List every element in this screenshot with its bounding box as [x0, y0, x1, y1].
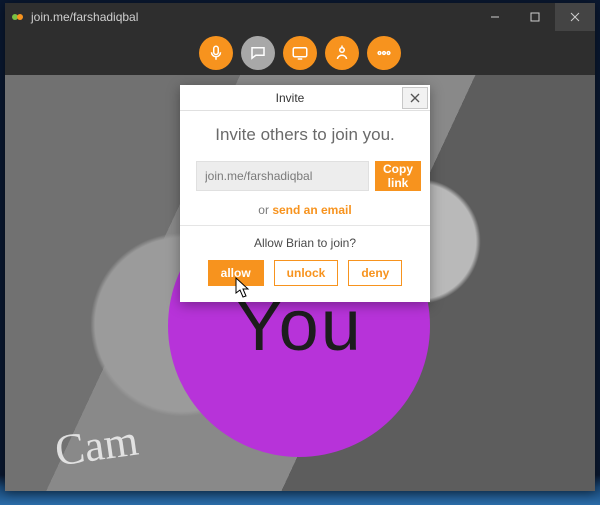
- minimize-button[interactable]: [475, 3, 515, 31]
- modal-titlebar: Invite: [180, 85, 430, 111]
- app-window: join.me/farshadiqbal You: [5, 3, 595, 491]
- or-row: or send an email: [196, 203, 414, 217]
- participants-button[interactable]: [325, 36, 359, 70]
- share-link-input[interactable]: [196, 161, 369, 191]
- mic-button[interactable]: [199, 36, 233, 70]
- unlock-button[interactable]: unlock: [274, 260, 339, 286]
- more-button[interactable]: [367, 36, 401, 70]
- window-title: join.me/farshadiqbal: [31, 10, 138, 24]
- allow-button[interactable]: allow: [208, 260, 264, 286]
- modal-headline: Invite others to join you.: [196, 125, 414, 145]
- send-email-link[interactable]: send an email: [272, 203, 351, 217]
- modal-close-button[interactable]: [402, 87, 428, 109]
- invite-modal: Invite Invite others to join you. Copy l…: [180, 85, 430, 302]
- maximize-button[interactable]: [515, 3, 555, 31]
- copy-link-button[interactable]: Copy link: [375, 161, 421, 191]
- deny-button[interactable]: deny: [348, 260, 402, 286]
- screen-button[interactable]: [283, 36, 317, 70]
- allow-question: Allow Brian to join?: [196, 236, 414, 250]
- modal-title: Invite: [180, 91, 400, 105]
- close-button[interactable]: [555, 3, 595, 31]
- modal-divider: [180, 225, 430, 226]
- toolbar: [5, 31, 595, 75]
- chat-button[interactable]: [241, 36, 275, 70]
- app-icon: [11, 10, 25, 24]
- titlebar: join.me/farshadiqbal: [5, 3, 595, 31]
- or-text: or: [258, 203, 272, 217]
